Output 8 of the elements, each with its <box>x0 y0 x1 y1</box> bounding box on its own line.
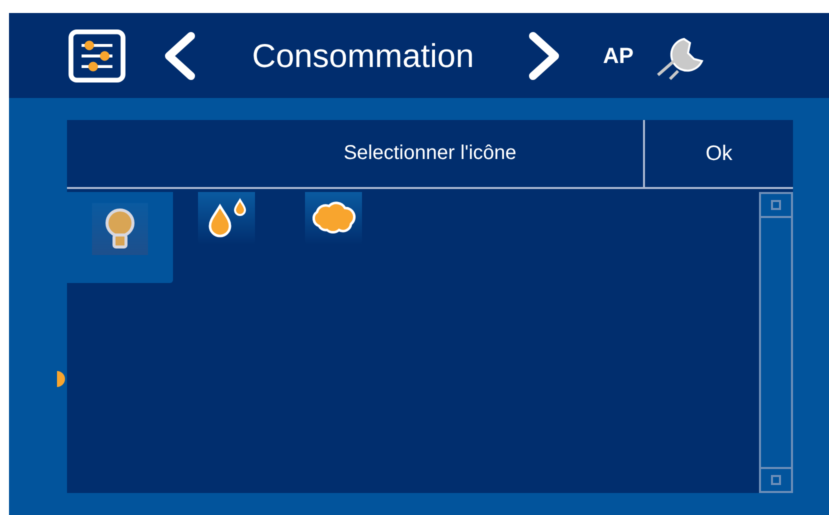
user-initials: AP <box>603 42 634 68</box>
light-bulb-icon <box>92 203 148 255</box>
dialog-title: Selectionner l'icône <box>342 141 518 166</box>
page-title: Consommation <box>252 36 475 74</box>
side-marker <box>57 371 65 387</box>
ok-button[interactable]: Ok <box>643 120 793 187</box>
icon-option[interactable] <box>67 192 173 283</box>
settings-icon[interactable] <box>67 28 127 82</box>
